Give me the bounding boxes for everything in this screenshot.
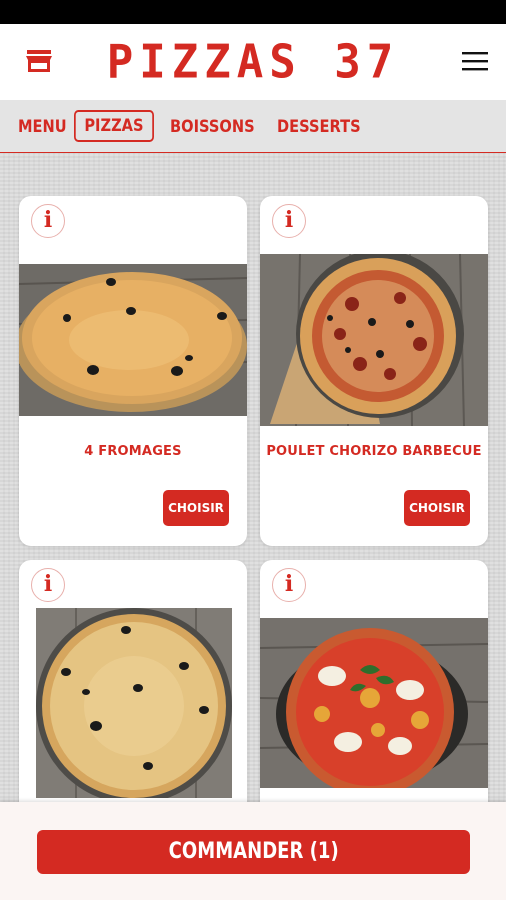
info-icon[interactable]: i [272, 204, 306, 238]
info-icon[interactable]: i [272, 568, 306, 602]
product-card[interactable]: i [19, 560, 247, 820]
pizza-photo [19, 264, 247, 416]
tab-boissons[interactable]: BOISSONS [170, 112, 255, 144]
tab-desserts[interactable]: DESSERTS [277, 112, 361, 144]
hamburger-menu-icon[interactable] [460, 46, 490, 76]
pizza-photo [260, 254, 488, 426]
status-bar [0, 0, 506, 24]
tab-pizzas[interactable]: PIZZAS [74, 110, 154, 142]
app-header: PIZZAS 37 [0, 24, 506, 100]
choose-button[interactable]: CHOISIR [163, 490, 229, 526]
product-name: POULET CHORIZO BARBECUE [266, 444, 482, 459]
order-footer: COMMANDER (1) [0, 802, 506, 900]
store-icon[interactable] [24, 46, 54, 76]
category-tabs: MENU PIZZAS BOISSONS DESSERTS [0, 100, 506, 153]
pizza-photo [260, 618, 488, 788]
tab-menu[interactable]: MENU [18, 112, 67, 144]
product-name: 4 FROMAGES [84, 444, 182, 459]
product-card[interactable]: i 4 FROMAGES CHOISIR [19, 196, 247, 546]
product-card[interactable]: i [260, 560, 488, 820]
product-card[interactable]: i POULET CHORIZO BARBECUE CHOISIR [260, 196, 488, 546]
order-button-label: COMMANDER (1) [168, 839, 339, 864]
brand-title: PIZZAS 37 [106, 35, 400, 89]
info-icon[interactable]: i [31, 204, 65, 238]
info-icon[interactable]: i [31, 568, 65, 602]
order-button[interactable]: COMMANDER (1) [37, 830, 470, 874]
pizza-photo [36, 608, 232, 798]
choose-button[interactable]: CHOISIR [404, 490, 470, 526]
